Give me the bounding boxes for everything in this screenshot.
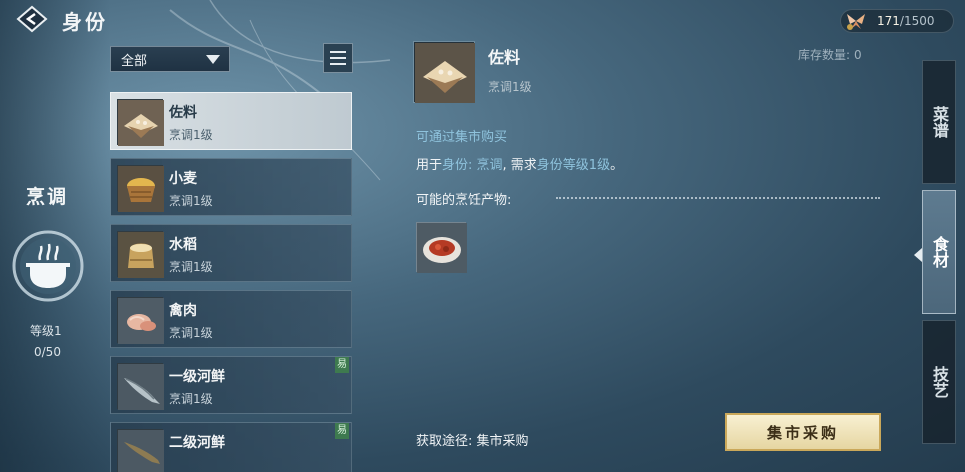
tab-recipes[interactable]: 菜谱 <box>922 60 956 184</box>
item-name: 水稻 <box>169 237 197 253</box>
tab-skills[interactable]: 技艺 <box>922 320 956 444</box>
item-requirement: 烹调1级 <box>169 260 213 274</box>
rice-sack-icon <box>117 231 164 278</box>
skill-level: 等级1 <box>30 324 62 338</box>
skill-progress: 0/50 <box>34 345 61 359</box>
skill-name: 烹调 <box>26 186 69 208</box>
list-item[interactable]: 二级河鲜 易 <box>110 422 352 472</box>
stock-count: 库存数量: 0 <box>798 46 862 63</box>
ingredient-list[interactable]: 佐料 烹调1级 小麦 烹调1级 水稻 烹调1级 禽肉 烹调1级 一级河鲜 烹调1… <box>110 92 354 472</box>
currency-current: 171 <box>877 14 900 28</box>
dotted-divider <box>556 197 880 199</box>
chevron-down-icon <box>206 55 220 64</box>
tab-label: 技艺 <box>930 366 949 398</box>
detail-item-requirement: 烹调1级 <box>488 80 532 94</box>
source-description: 可通过集市购买 <box>416 130 508 145</box>
river-fish-icon <box>117 429 164 472</box>
butterfly-currency-icon <box>843 9 869 33</box>
wheat-basket-icon <box>117 165 164 212</box>
category-filter-dropdown[interactable]: 全部 <box>110 46 230 72</box>
item-requirement: 烹调1级 <box>169 128 213 142</box>
seasoning-bowl-icon <box>117 99 164 146</box>
detail-item-name: 佐料 <box>488 48 521 67</box>
easy-tag-badge: 易 <box>335 423 349 439</box>
usage-identity: 身份: 烹调 <box>442 158 503 173</box>
item-requirement: 烹调1级 <box>169 194 213 208</box>
currency-max: /1500 <box>899 14 935 28</box>
category-filter-value: 全部 <box>121 53 148 69</box>
braised-dish-icon[interactable] <box>416 222 467 273</box>
river-fish-icon <box>117 363 164 410</box>
market-buy-button[interactable]: 集市采购 <box>725 413 881 451</box>
seasoning-bowl-icon <box>414 42 475 103</box>
list-item[interactable]: 一级河鲜 烹调1级 易 <box>110 356 352 414</box>
active-tab-pointer <box>914 248 922 262</box>
possible-products-label: 可能的烹饪产物: <box>416 193 512 208</box>
tab-label: 食材 <box>930 236 949 268</box>
obtain-method: 获取途径: 集市采购 <box>416 434 529 449</box>
tab-ingredients[interactable]: 食材 <box>922 190 956 314</box>
list-item[interactable]: 佐料 烹调1级 <box>110 92 352 150</box>
list-item[interactable]: 水稻 烹调1级 <box>110 224 352 282</box>
hamburger-icon <box>330 51 346 53</box>
currency-counter[interactable]: 171 /1500 <box>840 9 954 33</box>
list-item[interactable]: 禽肉 烹调1级 <box>110 290 352 348</box>
easy-tag-badge: 易 <box>335 357 349 373</box>
menu-button[interactable] <box>323 43 353 73</box>
item-name: 一级河鲜 <box>169 369 225 385</box>
usage-requirement: 身份等级1级 <box>536 158 611 173</box>
poultry-meat-icon <box>117 297 164 344</box>
item-name: 禽肉 <box>169 303 197 319</box>
item-name: 二级河鲜 <box>169 435 225 451</box>
item-name: 小麦 <box>169 171 197 187</box>
item-requirement: 烹调1级 <box>169 326 213 340</box>
stock-value: 0 <box>854 48 862 62</box>
page-title: 身份 <box>62 10 108 34</box>
usage-description: 用于身份: 烹调, 需求身份等级1级。 <box>416 158 624 173</box>
list-item[interactable]: 小麦 烹调1级 <box>110 158 352 216</box>
cooking-pot-emblem-icon <box>8 226 88 306</box>
item-name: 佐料 <box>169 105 197 121</box>
tab-label: 菜谱 <box>930 106 949 138</box>
stock-label: 库存数量: <box>798 48 851 62</box>
item-requirement: 烹调1级 <box>169 392 213 406</box>
back-arrow-icon[interactable] <box>14 4 50 34</box>
